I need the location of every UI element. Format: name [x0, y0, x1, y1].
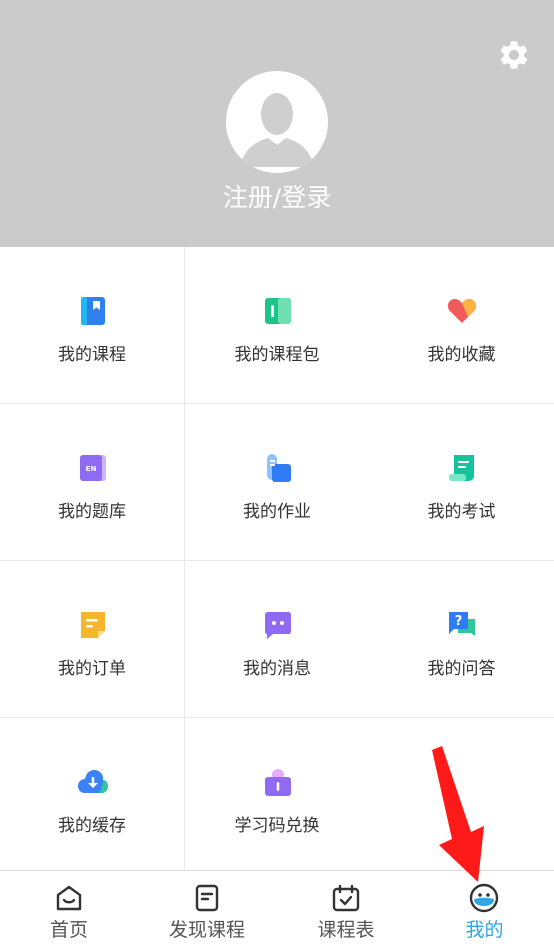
menu-item-label: 我的订单 — [58, 659, 126, 679]
exam-scroll-icon — [449, 455, 474, 481]
empty-grid-cell — [369, 718, 554, 870]
tab-home[interactable]: 首页 — [0, 871, 138, 952]
menu-grid: 我的课程 我的课程包 我的收藏 EN 我的题库 我的作业 我的考试 我的订单 我… — [0, 247, 554, 870]
svg-text:?: ? — [455, 614, 463, 629]
profile-header: 注册/登录 — [0, 0, 554, 247]
menu-item-study-code-redeem[interactable]: 学习码兑换 — [185, 718, 370, 870]
order-note-icon — [81, 612, 105, 638]
menu-item-my-orders[interactable]: 我的订单 — [0, 561, 185, 718]
course-package-icon — [265, 298, 291, 324]
book-icon — [81, 297, 105, 325]
favorite-heart-icon — [447, 299, 477, 323]
mine-smiley-icon — [469, 883, 499, 913]
menu-item-label: 学习码兑换 — [234, 816, 320, 836]
menu-item-label: 我的题库 — [58, 502, 126, 522]
svg-text:EN: EN — [86, 465, 97, 473]
qa-bubble-icon: ? — [449, 612, 475, 636]
tab-mine[interactable]: 我的 — [415, 871, 554, 952]
menu-item-my-messages[interactable]: 我的消息 — [185, 561, 370, 718]
menu-item-label: 我的缓存 — [58, 816, 126, 836]
tab-label: 发现课程 — [168, 919, 245, 941]
question-bank-icon: EN — [80, 455, 106, 481]
tab-discover-courses[interactable]: 发现课程 — [138, 871, 276, 952]
menu-item-my-favorites[interactable]: 我的收藏 — [369, 247, 554, 404]
tab-label: 课程表 — [317, 919, 375, 941]
menu-item-label: 我的课程 — [58, 345, 126, 365]
menu-item-label: 我的收藏 — [427, 345, 496, 365]
menu-item-my-courses[interactable]: 我的课程 — [0, 247, 185, 404]
home-icon — [56, 885, 82, 911]
message-bubble-icon — [265, 612, 291, 639]
menu-item-label: 我的问答 — [427, 659, 496, 679]
homework-icon — [267, 454, 291, 482]
gear-icon[interactable] — [497, 38, 531, 72]
calendar-icon — [332, 884, 360, 912]
tab-label: 首页 — [49, 919, 88, 941]
menu-item-label: 我的作业 — [243, 502, 311, 522]
menu-item-my-course-packages[interactable]: 我的课程包 — [185, 247, 370, 404]
login-register-link[interactable]: 注册/登录 — [0, 180, 554, 216]
tab-schedule[interactable]: 课程表 — [277, 871, 415, 952]
tab-label: 我的 — [465, 919, 504, 941]
cloud-download-icon — [78, 770, 108, 793]
default-avatar-icon[interactable] — [226, 71, 328, 173]
study-code-icon — [265, 769, 291, 796]
menu-item-my-qa[interactable]: ? 我的问答 — [369, 561, 554, 718]
menu-item-label: 我的考试 — [427, 502, 496, 522]
bottom-tab-bar: 首页 发现课程 课程表 我的 — [0, 870, 554, 952]
menu-item-my-question-bank[interactable]: EN 我的题库 — [0, 404, 185, 561]
menu-item-my-homework[interactable]: 我的作业 — [185, 404, 370, 561]
menu-item-label: 我的消息 — [243, 659, 311, 679]
menu-item-my-cache[interactable]: 我的缓存 — [0, 718, 185, 870]
discover-courses-icon — [195, 884, 219, 912]
menu-item-my-exams[interactable]: 我的考试 — [369, 404, 554, 561]
menu-item-label: 我的课程包 — [234, 345, 320, 365]
